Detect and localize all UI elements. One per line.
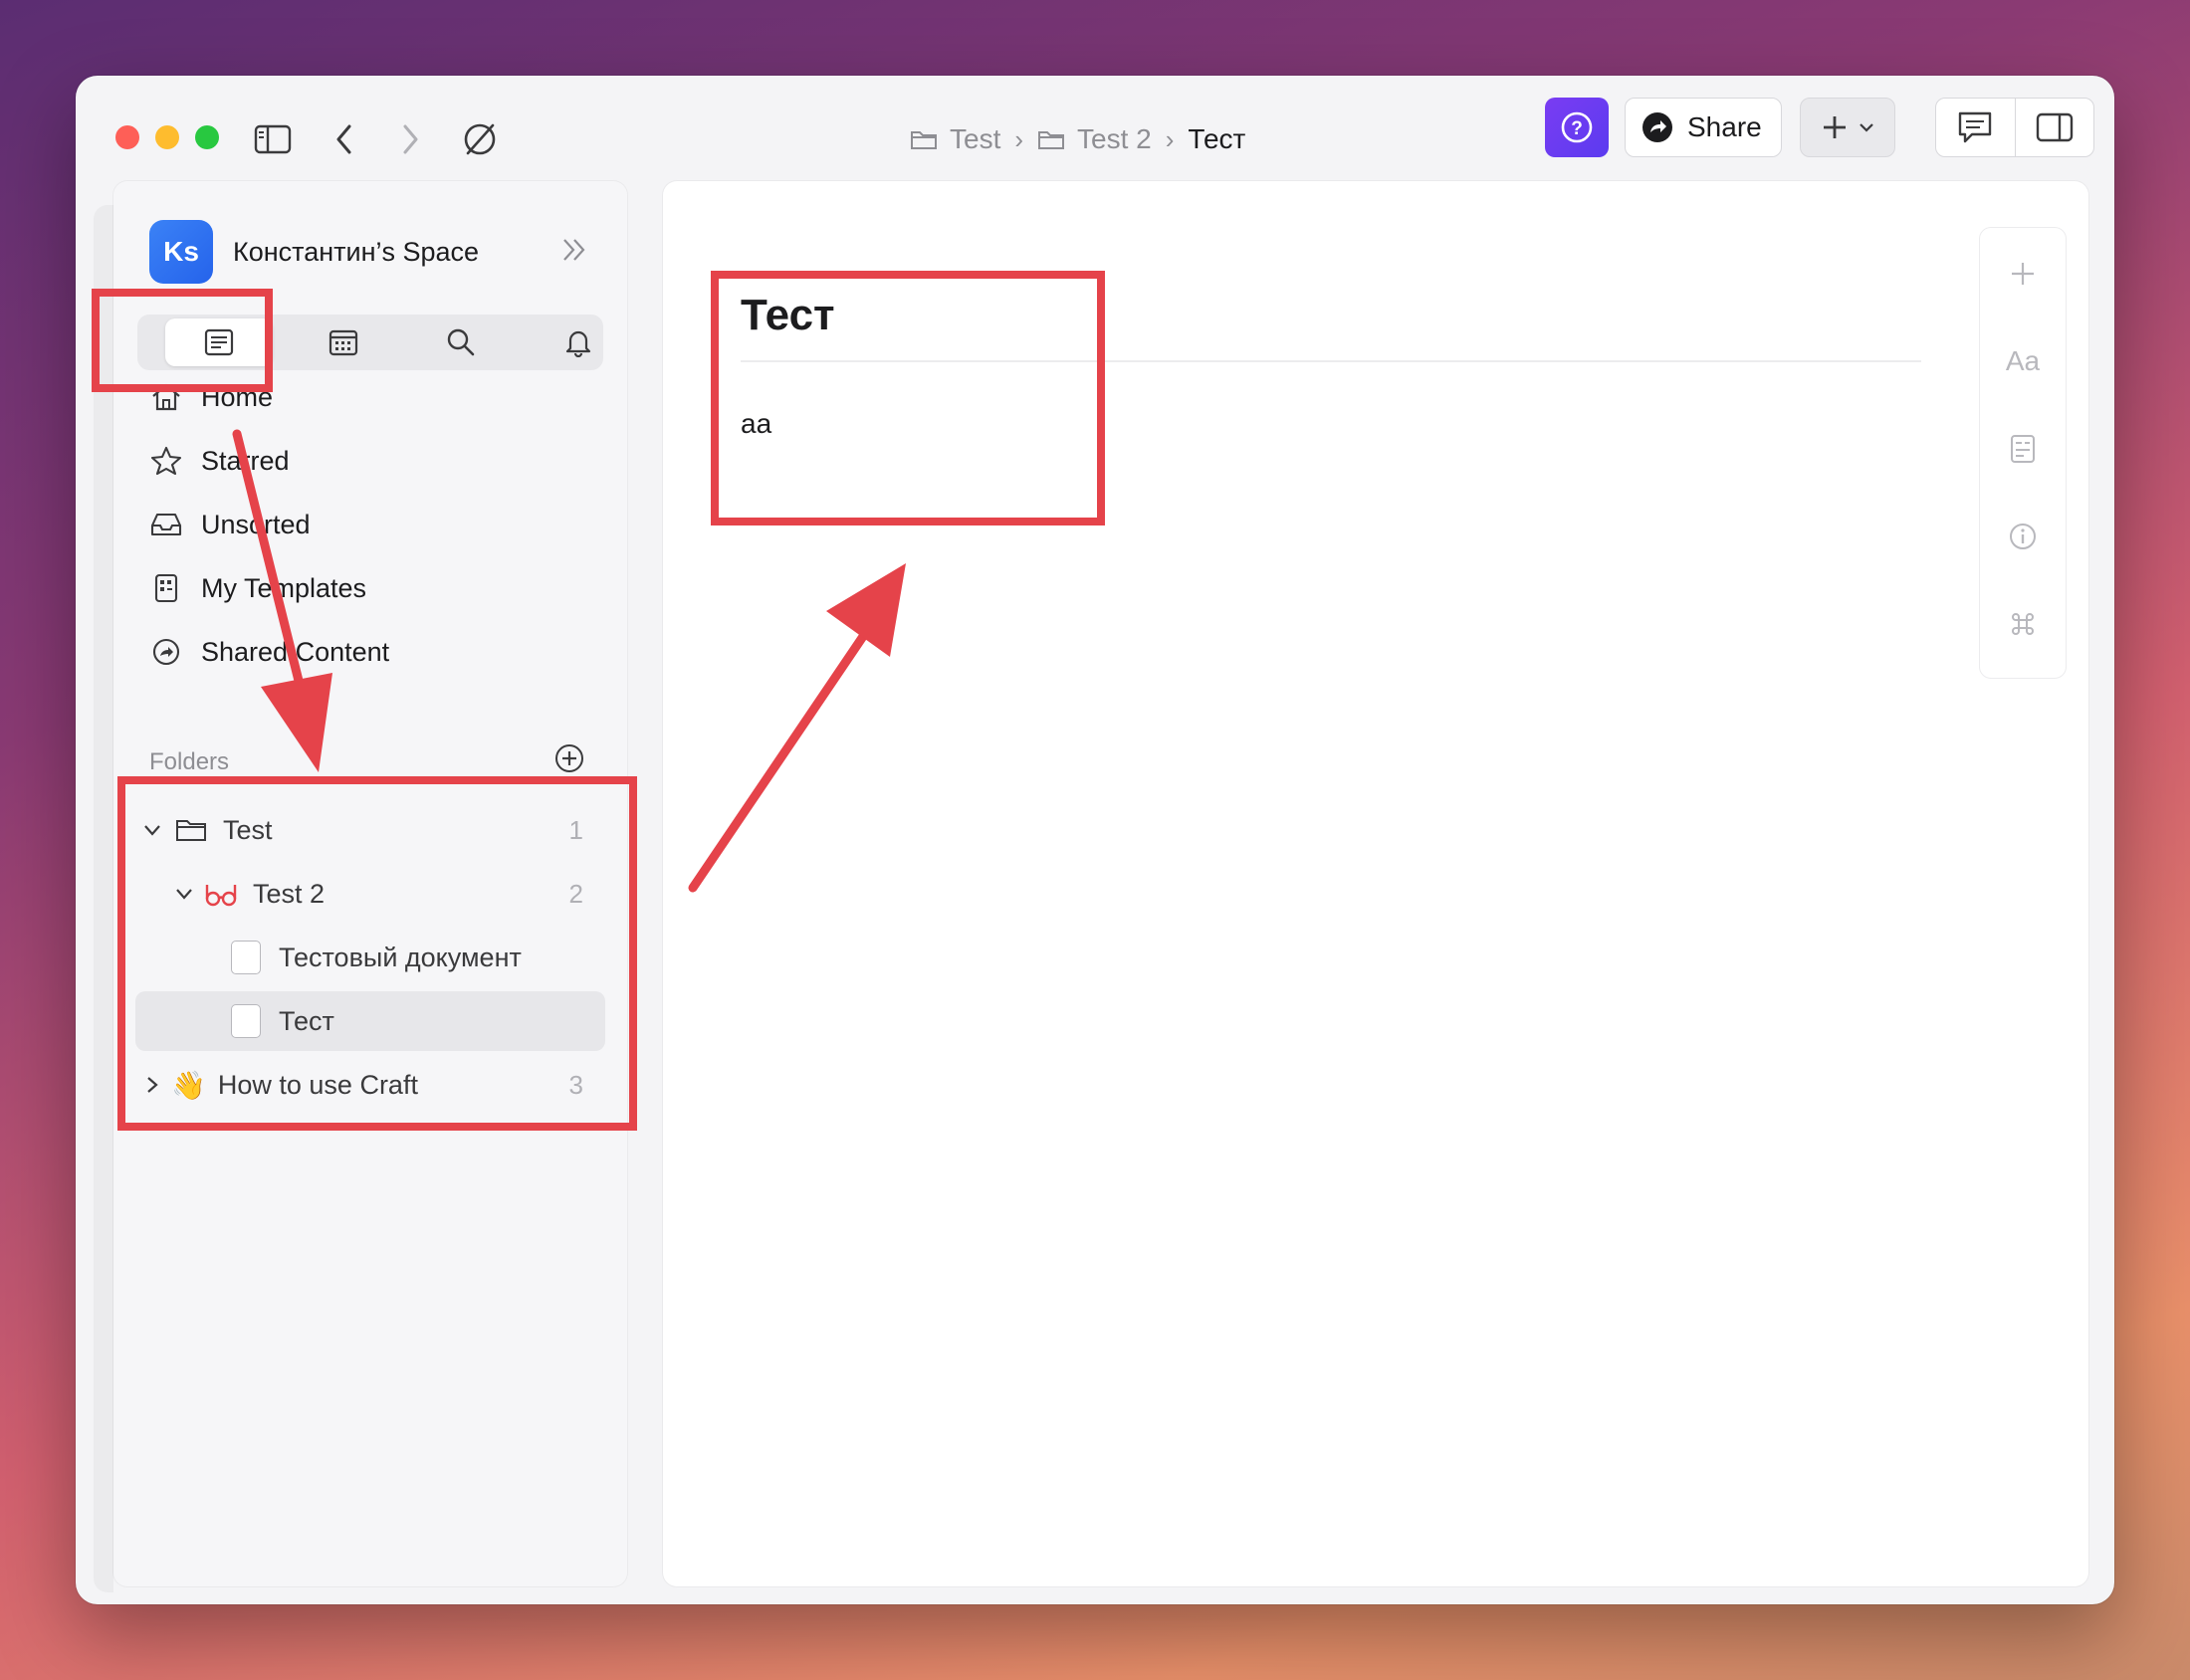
annotation-arrow-up — [688, 563, 906, 893]
annotation-arrow-down — [232, 429, 332, 772]
annotation-arrows — [232, 429, 906, 893]
